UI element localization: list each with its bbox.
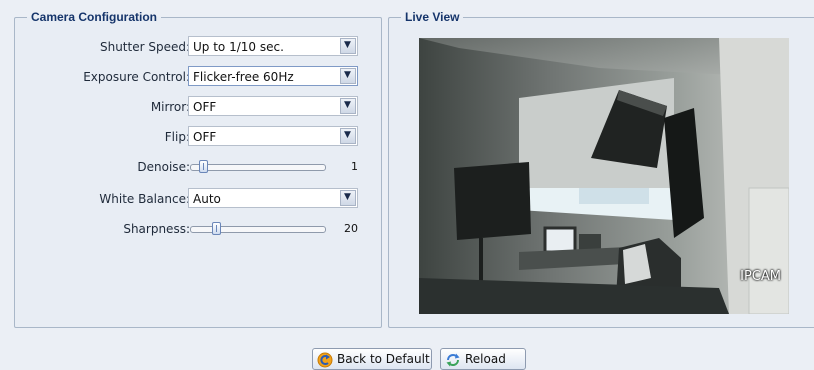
- chevron-down-icon: ▼: [344, 70, 351, 80]
- denoise-row: Denoise: 1: [14, 156, 380, 178]
- back-to-default-label: Back to Default: [337, 352, 430, 366]
- camera-configuration-title: Camera Configuration: [31, 10, 158, 24]
- exposure-control-select[interactable]: Flicker-free 60Hz ▼: [188, 66, 358, 86]
- chevron-down-icon: ▼: [344, 40, 351, 50]
- denoise-label: Denoise:: [137, 160, 190, 174]
- live-view-title: Live View: [405, 10, 460, 24]
- shutter-speed-row: Shutter Speed: Up to 1/10 sec. ▼: [14, 36, 380, 58]
- reload-button[interactable]: Reload: [440, 348, 526, 370]
- white-balance-dropdown-button[interactable]: ▼: [340, 190, 356, 206]
- sharpness-row: Sharpness: 20: [14, 218, 380, 240]
- sharpness-slider-track[interactable]: [190, 226, 326, 233]
- flip-dropdown-button[interactable]: ▼: [340, 128, 356, 144]
- back-arrow-icon: [317, 352, 333, 368]
- flip-value: OFF: [193, 130, 217, 144]
- chevron-down-icon: ▼: [344, 130, 351, 140]
- reload-icon: [446, 353, 460, 367]
- mirror-row: Mirror: OFF ▼: [14, 96, 380, 118]
- denoise-slider-track[interactable]: [190, 164, 326, 171]
- flip-select[interactable]: OFF ▼: [188, 126, 358, 146]
- shutter-speed-value: Up to 1/10 sec.: [193, 40, 284, 54]
- video-overlay-label: IPCAM: [740, 269, 781, 284]
- shutter-speed-dropdown-button[interactable]: ▼: [340, 38, 356, 54]
- mirror-value: OFF: [193, 100, 217, 114]
- denoise-slider[interactable]: [190, 160, 326, 174]
- flip-label: Flip:: [164, 130, 190, 144]
- denoise-value: 1: [351, 160, 358, 173]
- live-video-feed: IPCAM: [419, 38, 789, 314]
- shutter-speed-select[interactable]: Up to 1/10 sec. ▼: [188, 36, 358, 56]
- mirror-select[interactable]: OFF ▼: [188, 96, 358, 116]
- white-balance-select[interactable]: Auto ▼: [188, 188, 358, 208]
- exposure-control-dropdown-button[interactable]: ▼: [340, 68, 356, 84]
- exposure-control-row: Exposure Control: Flicker-free 60Hz ▼: [14, 66, 380, 88]
- exposure-control-value: Flicker-free 60Hz: [193, 70, 294, 84]
- sharpness-value: 20: [344, 222, 358, 235]
- denoise-slider-handle[interactable]: [198, 160, 208, 173]
- white-balance-label: White Balance:: [99, 192, 190, 206]
- back-to-default-button[interactable]: Back to Default: [312, 348, 432, 370]
- sharpness-slider[interactable]: [190, 222, 326, 236]
- mirror-dropdown-button[interactable]: ▼: [340, 98, 356, 114]
- shutter-speed-label: Shutter Speed:: [99, 40, 190, 54]
- white-balance-value: Auto: [193, 192, 221, 206]
- mirror-label: Mirror:: [150, 100, 190, 114]
- white-balance-row: White Balance: Auto ▼: [14, 188, 380, 210]
- reload-label: Reload: [465, 352, 506, 366]
- sharpness-slider-handle[interactable]: [212, 222, 222, 235]
- exposure-control-label: Exposure Control:: [83, 70, 190, 84]
- flip-row: Flip: OFF ▼: [14, 126, 380, 148]
- chevron-down-icon: ▼: [344, 100, 351, 110]
- chevron-down-icon: ▼: [344, 192, 351, 202]
- sharpness-label: Sharpness:: [123, 222, 190, 236]
- live-video-image: [419, 38, 789, 314]
